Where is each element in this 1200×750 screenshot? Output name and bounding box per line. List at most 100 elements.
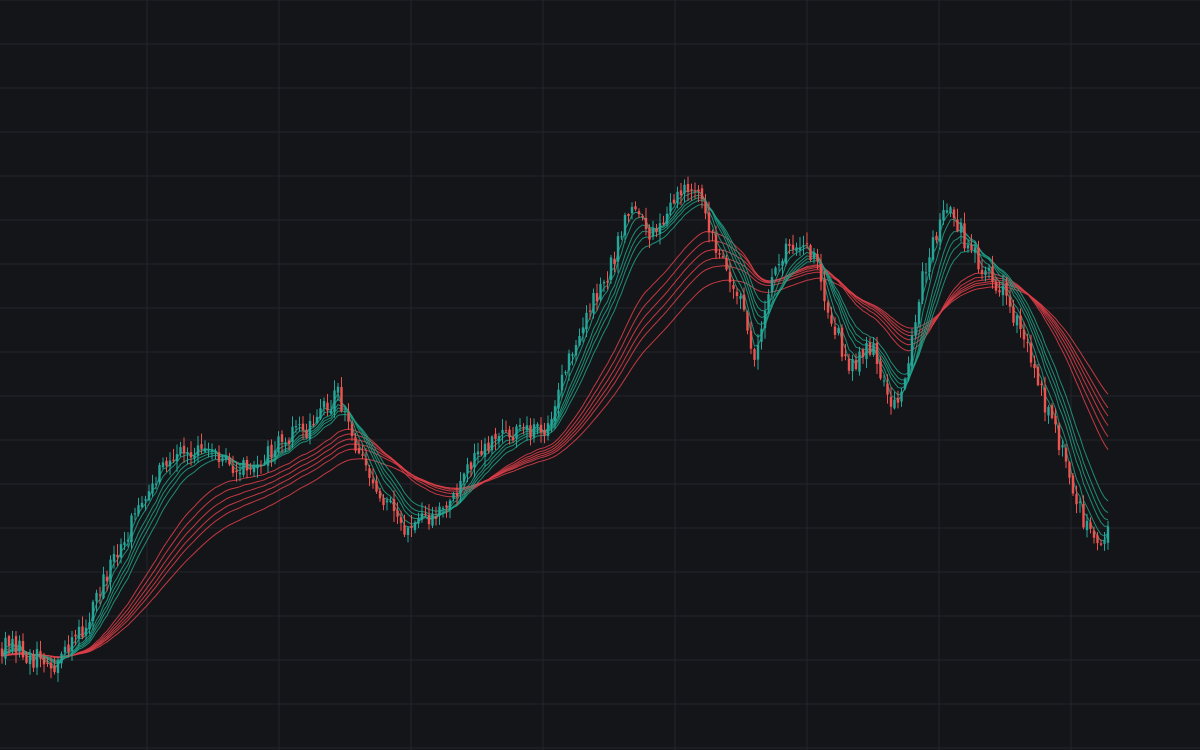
candle-body: [529, 425, 532, 438]
candle-body: [1075, 494, 1078, 505]
candle-body: [672, 199, 676, 204]
candle-body: [634, 206, 637, 210]
candle-body: [438, 506, 441, 516]
candle-body: [599, 284, 602, 300]
candle-body: [490, 436, 494, 451]
candle-body: [1071, 475, 1075, 494]
candle-body: [0, 648, 4, 657]
candle-body: [641, 216, 644, 218]
candle-body: [298, 424, 301, 426]
candle-body: [620, 236, 623, 238]
candle-body: [336, 386, 340, 393]
candle-body: [193, 455, 196, 459]
candle-body: [662, 222, 665, 225]
candle-body: [245, 459, 249, 471]
candle-body: [1078, 501, 1082, 504]
candle-body: [700, 188, 704, 200]
candle-body: [126, 539, 130, 542]
candle-body: [25, 655, 28, 663]
candle-body: [515, 426, 518, 439]
candle-body: [1106, 526, 1110, 543]
candle-body: [732, 285, 735, 289]
candle-body: [217, 452, 221, 463]
candle-body: [284, 442, 287, 445]
candle-body: [546, 423, 550, 436]
candle-body: [343, 411, 347, 413]
candle-body: [140, 502, 144, 508]
candle-body: [770, 277, 774, 293]
candle-body: [1033, 364, 1036, 369]
candle-body: [903, 378, 907, 389]
candle-body: [595, 293, 599, 302]
candle-body: [63, 646, 67, 653]
candle-body: [1068, 462, 1071, 478]
candle-body: [378, 490, 382, 499]
candle-body: [249, 468, 252, 470]
candle-body: [182, 445, 186, 454]
candle-body: [907, 363, 910, 376]
candle-body: [42, 657, 46, 665]
candle-body: [235, 470, 238, 473]
candle-body: [347, 413, 350, 422]
candle-body: [392, 498, 396, 512]
candle-body: [809, 245, 812, 260]
candle-body: [417, 518, 420, 524]
candle-body: [896, 397, 900, 403]
candle-body: [651, 228, 655, 237]
candle-body: [697, 189, 700, 192]
candle-body: [931, 237, 935, 260]
candle-body: [630, 206, 634, 214]
candle-body: [172, 459, 175, 461]
candle-body: [305, 429, 308, 438]
candle-body: [322, 401, 326, 408]
candle-body: [508, 429, 511, 438]
candle-body: [1099, 543, 1103, 545]
candle-body: [532, 424, 536, 438]
candle-body: [1092, 530, 1096, 538]
candle-body: [658, 223, 662, 235]
candle-body: [105, 576, 109, 582]
candle-body: [707, 212, 711, 233]
candle-body: [571, 354, 574, 356]
candle-body: [889, 396, 893, 407]
candle-body: [872, 343, 875, 355]
candle-body: [221, 458, 224, 462]
candle-body: [382, 497, 385, 506]
candle-body: [802, 245, 805, 247]
candle-body: [123, 542, 126, 546]
candle-body: [935, 235, 938, 241]
candle-body: [690, 189, 693, 191]
candle-body: [728, 271, 732, 283]
candle-body: [1008, 297, 1012, 307]
candle-body: [525, 425, 529, 431]
candle-body: [539, 424, 543, 433]
candle-body: [949, 207, 952, 214]
candle-body: [326, 402, 329, 411]
candle-body: [399, 517, 403, 523]
candle-body: [998, 290, 1001, 293]
candle-body: [679, 190, 683, 196]
candle-body: [879, 361, 882, 379]
candle-body: [581, 327, 585, 334]
candle-body: [130, 515, 133, 542]
candle-body: [956, 219, 959, 232]
candle-body: [46, 662, 49, 664]
candle-body: [480, 450, 483, 455]
candle-body: [851, 359, 854, 372]
candle-body: [777, 264, 781, 266]
candle-body: [560, 374, 564, 391]
candle-body: [364, 458, 368, 466]
candle-body: [739, 296, 742, 299]
candle-174: [609, 254, 613, 284]
candle-body: [973, 247, 977, 253]
candle-body: [1057, 425, 1061, 450]
candle-body: [511, 436, 515, 441]
candle-body: [917, 301, 921, 324]
candle-body: [175, 454, 179, 462]
candle-body: [476, 451, 480, 455]
candle-body: [158, 464, 161, 483]
candle-body: [578, 335, 581, 346]
candle-body: [504, 430, 508, 432]
candle-body: [938, 219, 942, 242]
chart-root: [0, 0, 1200, 750]
